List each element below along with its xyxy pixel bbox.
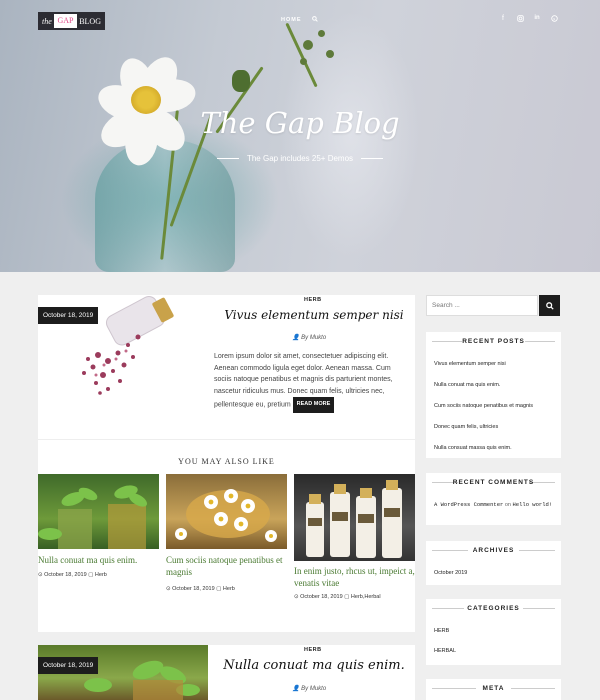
related-title-3[interactable]: In enim justo, rhcus ut, impeict a, vena… bbox=[294, 565, 415, 589]
sidebar-search-input[interactable]: Search ... bbox=[426, 295, 538, 316]
folder-icon: ▢ bbox=[216, 586, 222, 592]
archives-widget: ARCHIVES October 2019 bbox=[426, 541, 561, 585]
recent-post-link[interactable]: Nulla consuat massa quis enim. bbox=[434, 444, 512, 452]
site-logo[interactable]: the GAP BLOG bbox=[38, 12, 105, 30]
logo-the: the bbox=[42, 16, 52, 26]
widget-title: RECENT POSTS bbox=[462, 338, 525, 345]
skype-icon[interactable]: s bbox=[550, 15, 558, 24]
widget-title: META bbox=[482, 685, 505, 692]
category-link[interactable]: HERBAL bbox=[434, 647, 456, 655]
hero-subtitle-text: The Gap includes 25+ Demos bbox=[246, 154, 354, 163]
post-title[interactable]: Vivus elementum semper nisi bbox=[214, 308, 414, 322]
related-heading: YOU MAY ALSO LIKE bbox=[178, 457, 275, 466]
post-author-2: 👤 By Mukto bbox=[292, 686, 327, 692]
related-meta-1: ⊙ October 18, 2019 ▢ Herb bbox=[38, 572, 107, 578]
hero-subtitle: The Gap includes 25+ Demos bbox=[0, 154, 600, 163]
page: the GAP BLOG HOME f in s The Gap Blog Th… bbox=[0, 0, 600, 700]
recent-post-link[interactable]: Nulla conuat ma quis enim. bbox=[434, 381, 500, 389]
clock-icon: ⊙ bbox=[166, 586, 171, 592]
post-category-2[interactable]: HERB bbox=[304, 647, 322, 653]
category-link[interactable]: HERB bbox=[434, 627, 449, 635]
logo-blog: BLOG bbox=[79, 16, 101, 26]
facebook-icon[interactable]: f bbox=[499, 15, 507, 24]
hero-banner: the GAP BLOG HOME f in s The Gap Blog Th… bbox=[0, 0, 600, 272]
featured-post-card: October 18, 2019 HERB Vivus elementum se… bbox=[38, 295, 415, 632]
recent-post-link[interactable]: Vivus elementum semper nisi bbox=[434, 360, 506, 368]
post-author: 👤 By Mukto bbox=[292, 335, 327, 341]
related-image-3[interactable] bbox=[294, 474, 415, 561]
widget-title: ARCHIVES bbox=[472, 547, 515, 554]
recent-comments-widget: RECENT COMMENTS A WordPress Commenter on… bbox=[426, 473, 561, 525]
widget-title: RECENT COMMENTS bbox=[452, 479, 535, 486]
post-category[interactable]: HERB bbox=[304, 297, 322, 303]
search-icon[interactable] bbox=[311, 16, 318, 24]
related-title-2[interactable]: Cum sociis natoque penatibus et magnis bbox=[166, 554, 287, 578]
nav-home[interactable]: HOME bbox=[281, 17, 302, 23]
search-button[interactable] bbox=[539, 295, 560, 316]
instagram-icon[interactable] bbox=[516, 15, 524, 24]
read-more-button[interactable]: READ MORE bbox=[292, 397, 335, 413]
post-date-badge-2: October 18, 2019 bbox=[38, 657, 99, 674]
social-links: f in s bbox=[499, 15, 558, 24]
post-title-2[interactable]: Nulla conuat ma quis enim. bbox=[214, 658, 414, 673]
user-icon: 👤 bbox=[292, 686, 300, 692]
related-meta-2: ⊙ October 18, 2019 ▢ Herb bbox=[166, 586, 235, 592]
widget-title: CATEGORIES bbox=[467, 605, 520, 612]
archive-link[interactable]: October 2019 bbox=[434, 569, 467, 577]
recent-posts-widget: RECENT POSTS Vivus elementum semper nisi… bbox=[426, 332, 561, 458]
recent-post-link[interactable]: Cum sociis natoque penatibus et magnis bbox=[434, 402, 533, 410]
hero-title: The Gap Blog bbox=[200, 106, 400, 140]
recent-post-link[interactable]: Donec quam felis, ultricies bbox=[434, 423, 498, 431]
clock-icon: ⊙ bbox=[294, 594, 299, 600]
linkedin-icon[interactable]: in bbox=[533, 15, 541, 24]
logo-gap: GAP bbox=[54, 14, 77, 28]
meta-widget: META bbox=[426, 679, 561, 700]
clock-icon: ⊙ bbox=[38, 572, 43, 578]
related-title-1[interactable]: Nulla conuat ma quis enim. bbox=[38, 554, 159, 566]
post-excerpt: Lorem ipsum dolor sit amet, consectetuer… bbox=[214, 351, 406, 413]
second-post-card: October 18, 2019 HERB Nulla conuat ma qu… bbox=[38, 645, 415, 700]
svg-text:s: s bbox=[553, 17, 555, 21]
recent-comment: A WordPress Commenter on Hello world! bbox=[434, 501, 553, 508]
related-image-2[interactable] bbox=[166, 474, 287, 549]
post-date-badge: October 18, 2019 bbox=[38, 307, 99, 324]
categories-widget: CATEGORIES HERB HERBAL bbox=[426, 599, 561, 665]
related-image-1[interactable] bbox=[38, 474, 159, 549]
main-nav: HOME bbox=[281, 16, 318, 24]
folder-icon: ▢ bbox=[88, 572, 94, 578]
user-icon: 👤 bbox=[292, 335, 300, 341]
related-meta-3: ⊙ October 18, 2019 ▢ Herb,Herbal bbox=[294, 594, 381, 600]
folder-icon: ▢ bbox=[344, 594, 350, 600]
